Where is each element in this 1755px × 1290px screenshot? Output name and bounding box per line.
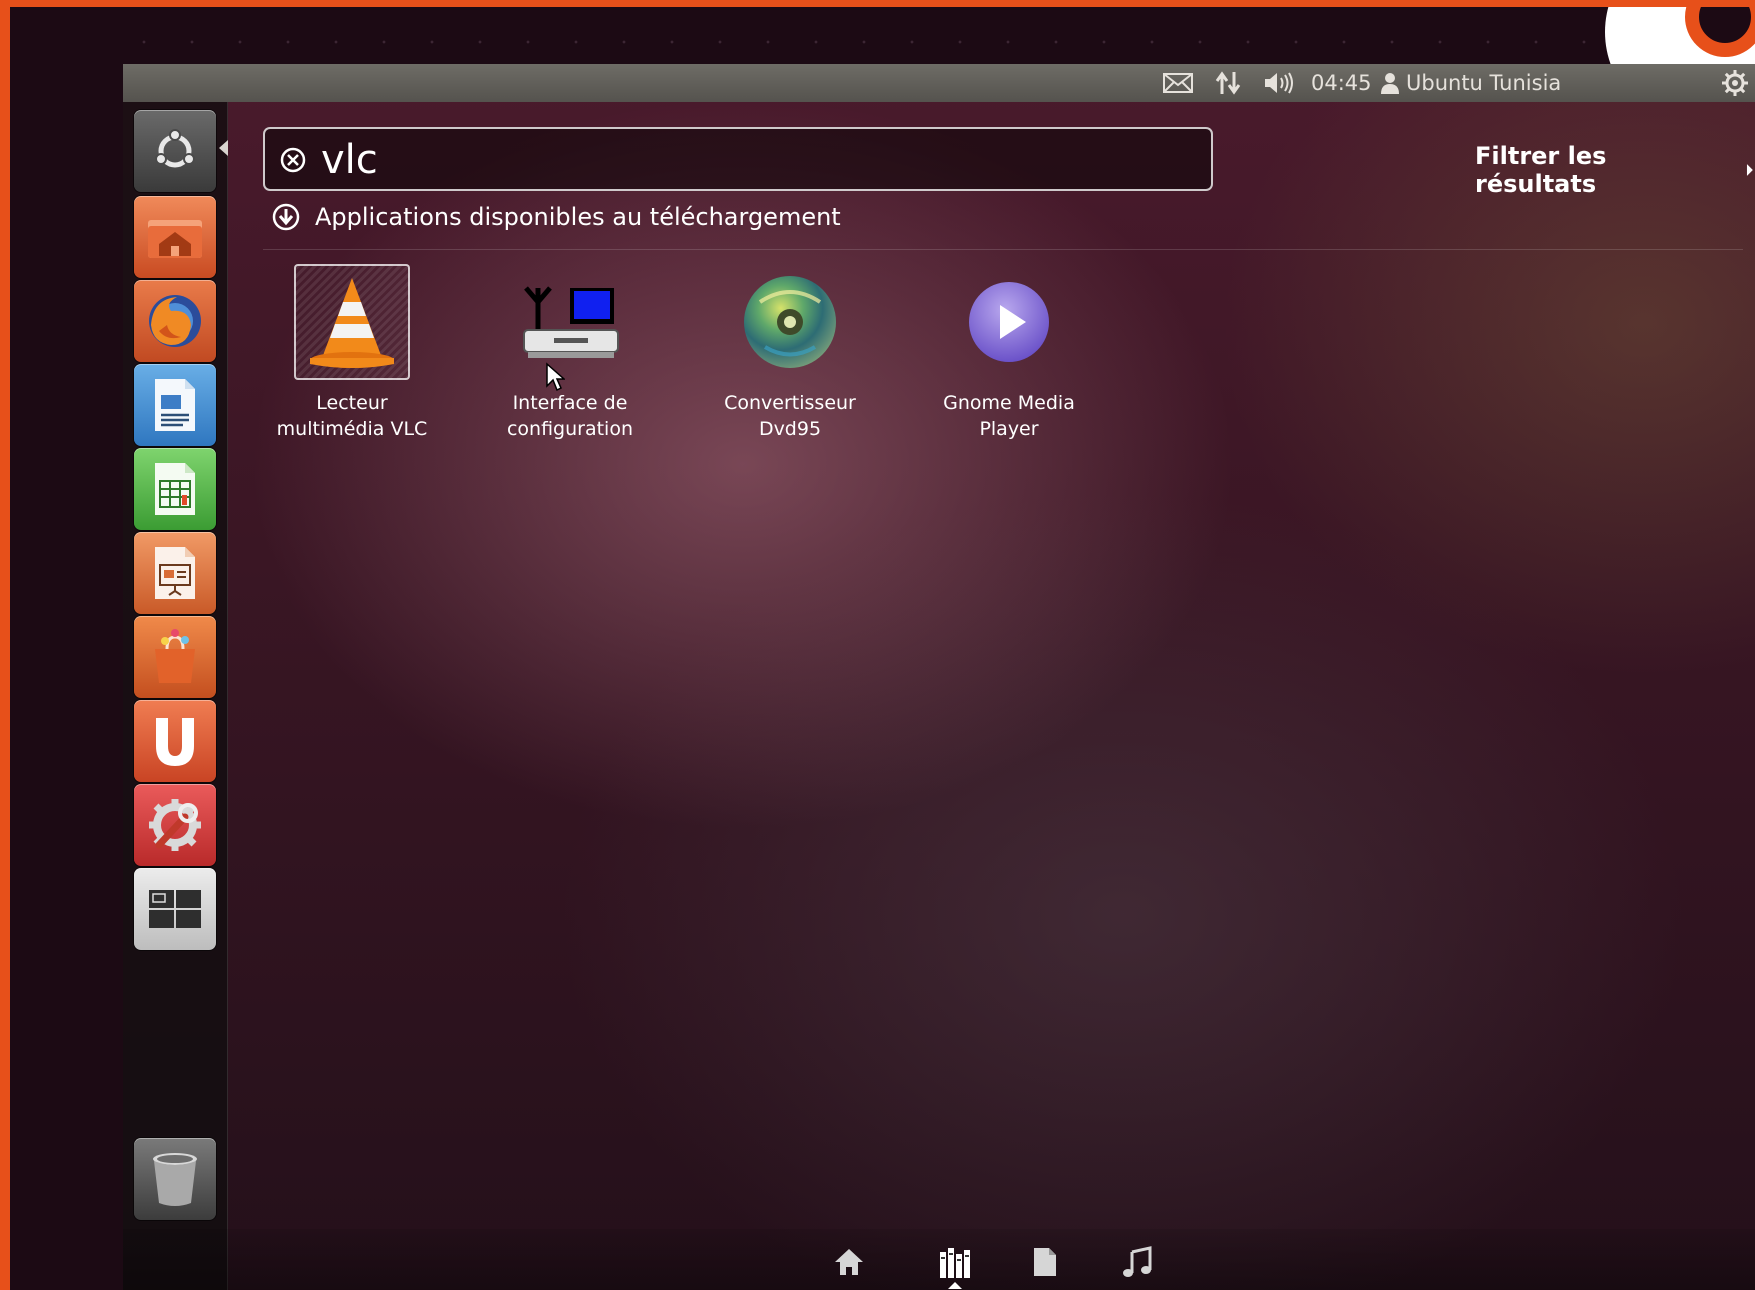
search-box[interactable] [263, 127, 1213, 191]
home-folder-icon [148, 220, 202, 258]
applications-icon [940, 1248, 970, 1278]
launcher-item-trash[interactable] [134, 1138, 216, 1220]
trash-icon [153, 1153, 197, 1206]
top-panel: 04:45 Ubuntu Tunisia [123, 64, 1755, 102]
result-label: Lecteur multimédia VLC [276, 392, 428, 440]
active-lens-marker [948, 1282, 962, 1289]
lens-home[interactable] [831, 1244, 867, 1280]
play-button-icon [969, 282, 1049, 362]
dash-open-pointer [219, 140, 228, 156]
lens-music[interactable] [1120, 1244, 1156, 1280]
network-updown-icon[interactable] [1215, 64, 1241, 102]
file-icon [1034, 1248, 1056, 1276]
result-icon-frame [951, 264, 1067, 380]
envelope-icon[interactable] [1163, 64, 1193, 102]
launcher-item-system-settings[interactable] [134, 784, 216, 866]
search-input[interactable] [321, 133, 1181, 187]
spreadsheet-icon [155, 463, 195, 515]
firefox-icon [149, 295, 201, 347]
category-header[interactable]: Applications disponibles au téléchargeme… [271, 202, 841, 232]
result-icon-frame [294, 264, 410, 380]
desktop-screen: 04:45 Ubuntu Tunisia vlc Filtrer les rés… [123, 64, 1755, 1290]
vlc-cone-icon [310, 278, 394, 368]
circle-x-icon[interactable] [279, 146, 307, 178]
router-icon [523, 286, 619, 358]
presentation-icon [155, 547, 195, 599]
launcher-item-writer[interactable] [134, 364, 216, 446]
launcher [123, 102, 228, 1290]
launcher-item-workspaces[interactable] [134, 868, 216, 950]
result-configuration-interface[interactable]: Interface de configuration [455, 264, 685, 442]
result-icon-frame [732, 264, 848, 380]
launcher-item-home-folder[interactable] [134, 196, 216, 278]
download-circle-icon [272, 203, 300, 231]
ubuntu-logo-icon [155, 129, 195, 168]
workspaces-icon [149, 890, 201, 928]
disc-icon [744, 276, 836, 368]
result-vlc[interactable]: Lecteur multimédia VLC [237, 264, 467, 442]
result-gnome-media-player[interactable]: Gnome Media Player [894, 264, 1124, 442]
category-title: Applications disponibles au téléchargeme… [315, 203, 841, 231]
speaker-icon[interactable] [1263, 64, 1295, 102]
gear-icon[interactable] [1721, 64, 1749, 102]
result-icon-frame [512, 264, 628, 380]
launcher-item-ubuntu-one[interactable] [134, 700, 216, 782]
filter-results-label: Filtrer les résultats [1475, 142, 1607, 198]
result-label: Convertisseur Dvd95 [724, 392, 856, 440]
launcher-item-dash[interactable] [134, 110, 216, 192]
launcher-item-firefox[interactable] [134, 280, 216, 362]
result-dvd95[interactable]: Convertisseur Dvd95 [675, 264, 905, 442]
launcher-item-software-center[interactable] [134, 616, 216, 698]
frame-dots [120, 37, 1660, 47]
ubuntu-one-icon [156, 718, 194, 766]
launcher-item-calc[interactable] [134, 448, 216, 530]
writer-document-icon [155, 379, 195, 431]
lens-files[interactable] [1027, 1244, 1063, 1280]
chevron-right-icon [1747, 164, 1754, 176]
result-label: Gnome Media Player [943, 392, 1075, 440]
mouse-pointer-icon [545, 362, 566, 396]
home-icon [835, 1249, 863, 1275]
person-icon [1381, 73, 1399, 94]
launcher-item-impress[interactable] [134, 532, 216, 614]
shopping-bag-icon [155, 629, 195, 683]
lens-applications[interactable] [937, 1244, 973, 1280]
category-divider [263, 249, 1743, 250]
filter-results-toggle[interactable]: Filtrer les résultats [1475, 142, 1755, 198]
result-label: Interface de configuration [506, 392, 634, 440]
user-menu[interactable]: Ubuntu Tunisia [1380, 64, 1561, 102]
user-name: Ubuntu Tunisia [1406, 71, 1562, 95]
music-note-icon [1123, 1246, 1152, 1277]
clock[interactable]: 04:45 [1311, 64, 1372, 102]
settings-wrench-icon [149, 799, 201, 851]
